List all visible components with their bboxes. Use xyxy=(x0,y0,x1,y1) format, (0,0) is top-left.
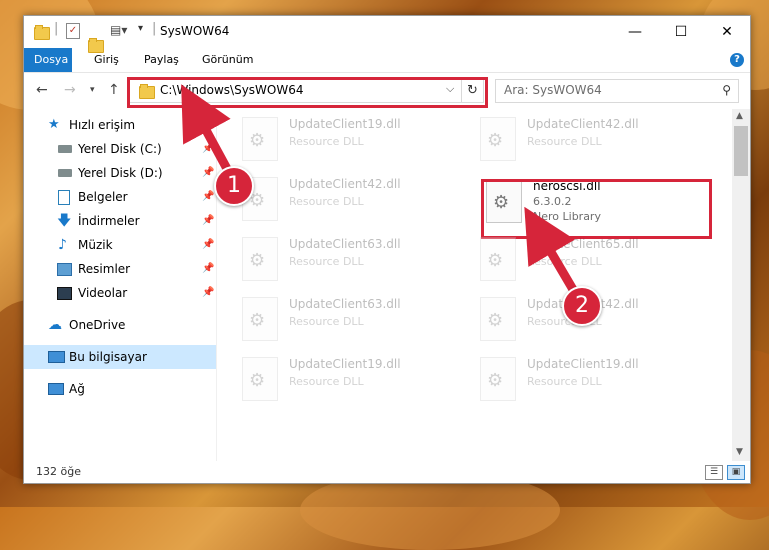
step-2-badge: 2 xyxy=(562,286,602,326)
annotation-arrows xyxy=(181,84,582,301)
step-1-badge: 1 xyxy=(214,166,254,206)
